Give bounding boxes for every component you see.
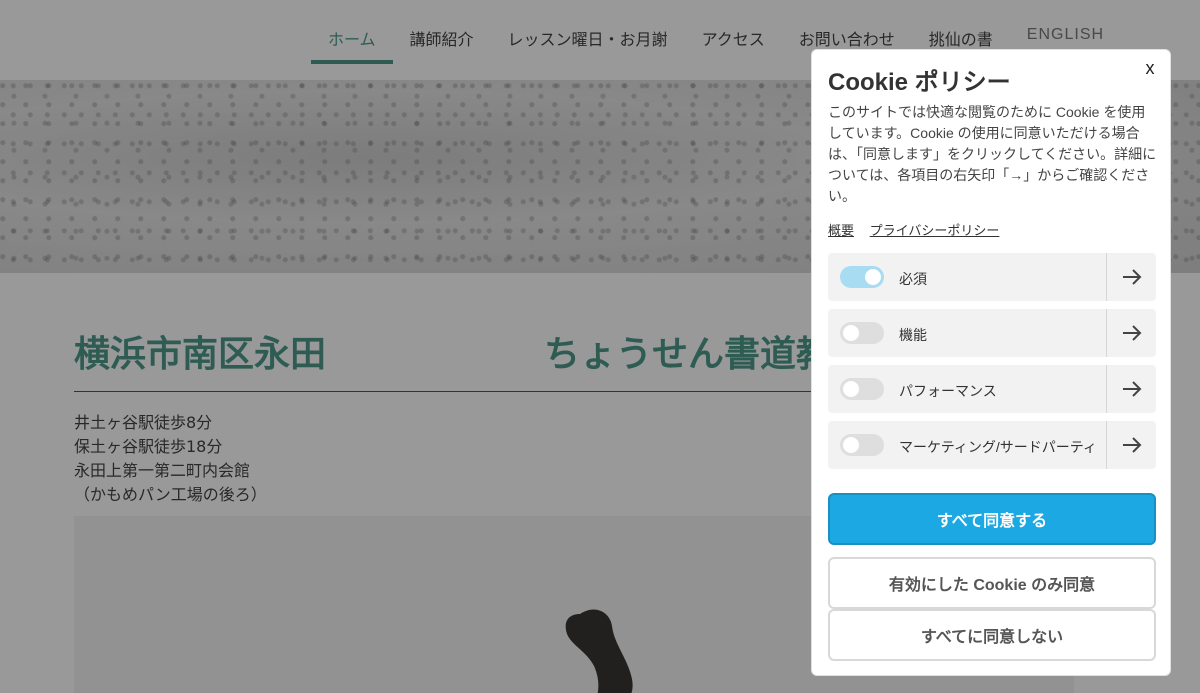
category-label: 機能 <box>899 327 927 343</box>
arrow-right-icon <box>1122 381 1141 397</box>
toggle-switch[interactable] <box>840 266 884 288</box>
toggle-knob <box>843 381 859 397</box>
privacy-policy-link[interactable]: プライバシーポリシー <box>870 223 1000 238</box>
cookie-category-marketing: マーケティング/サードパーティ <box>828 421 1156 469</box>
overview-link[interactable]: 概要 <box>828 223 854 238</box>
toggle-switch[interactable] <box>840 322 884 344</box>
toggle-switch[interactable] <box>840 378 884 400</box>
policy-links: 概要 プライバシーポリシー <box>828 220 1011 239</box>
decline-all-button[interactable]: すべてに同意しない <box>828 609 1156 661</box>
close-button[interactable]: x <box>1140 58 1160 78</box>
arrow-right-icon <box>1122 269 1141 285</box>
category-label: 必須 <box>899 271 927 287</box>
cookie-category-performance: パフォーマンス <box>828 365 1156 413</box>
dialog-description: このサイトでは快適な閲覧のために Cookie を使用しています。Cookie … <box>828 104 1157 204</box>
category-label: パフォーマンス <box>899 383 997 399</box>
toggle-switch[interactable] <box>840 434 884 456</box>
accept-selected-button[interactable]: 有効にした Cookie のみ同意 <box>828 557 1156 609</box>
toggle-knob <box>843 325 859 341</box>
expand-arrow-button[interactable] <box>1106 309 1156 357</box>
accept-all-button[interactable]: すべて同意する <box>828 493 1156 545</box>
cookie-category-required: 必須 <box>828 253 1156 301</box>
expand-arrow-button[interactable] <box>1106 421 1156 469</box>
toggle-knob <box>865 269 881 285</box>
toggle-knob <box>843 437 859 453</box>
expand-arrow-button[interactable] <box>1106 365 1156 413</box>
arrow-right-icon <box>1122 437 1141 453</box>
category-label: マーケティング/サードパーティ <box>899 439 1097 455</box>
dialog-title: Cookie ポリシー <box>828 69 1011 96</box>
arrow-right-icon <box>1122 325 1141 341</box>
expand-arrow-button[interactable] <box>1106 253 1156 301</box>
cookie-category-functional: 機能 <box>828 309 1156 357</box>
cookie-policy-dialog: x Cookie ポリシー このサイトでは快適な閲覧のために Cookie を使… <box>811 49 1171 676</box>
